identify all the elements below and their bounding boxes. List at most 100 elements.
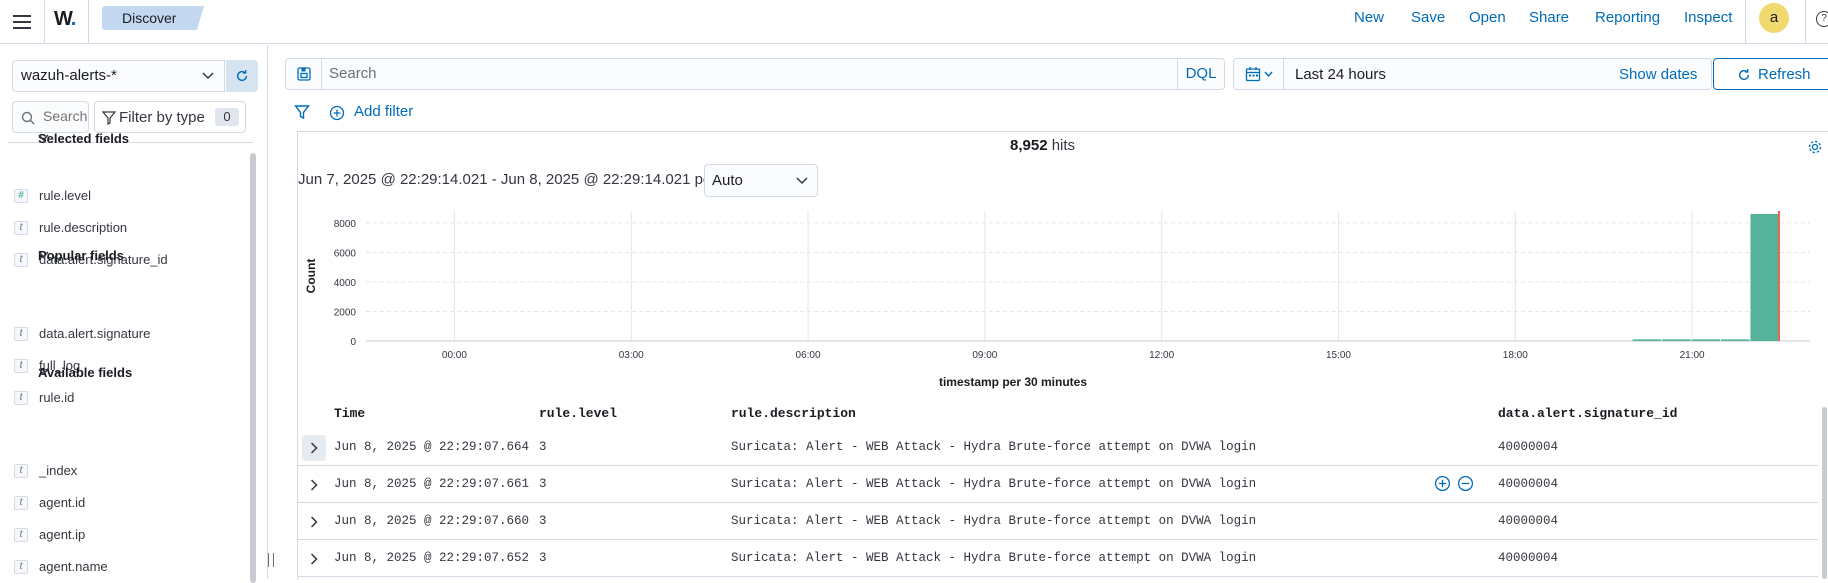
gear-icon[interactable] xyxy=(1807,139,1823,155)
selected-fields-header[interactable]: Selected fields xyxy=(18,131,129,146)
histogram-bar xyxy=(1662,339,1691,341)
refresh-icon xyxy=(1737,68,1751,82)
search-input[interactable] xyxy=(329,65,1049,82)
sidebar-scrollbar[interactable] xyxy=(250,153,256,583)
filter-icon xyxy=(102,111,116,125)
saved-query-button[interactable] xyxy=(286,59,322,89)
chevron-down-icon xyxy=(38,134,49,142)
cell-rule-description: Suricata: Alert - WEB Attack - Hydra Bru… xyxy=(731,440,1257,454)
sidebar-field-item[interactable]: t _index xyxy=(14,462,244,482)
table-scrollbar[interactable] xyxy=(1822,407,1827,579)
y-tick-label: 0 xyxy=(350,337,356,348)
save-link[interactable]: Save xyxy=(1411,9,1445,26)
field-search[interactable] xyxy=(12,101,89,133)
refresh-label: Refresh xyxy=(1758,66,1811,83)
hits-counter: 8,952 hits xyxy=(1010,137,1075,154)
table-row[interactable]: Jun 8, 2025 @ 22:29:07.661 3 Suricata: Ale… xyxy=(298,467,1818,503)
cell-time: Jun 8, 2025 @ 22:29:07.661 xyxy=(334,477,530,491)
x-tick-label: 18:00 xyxy=(1503,350,1528,361)
table-row[interactable]: Jun 8, 2025 @ 22:29:07.652 3 Suricata: Ale… xyxy=(298,541,1818,577)
search-icon xyxy=(21,111,35,125)
refresh-index-button[interactable] xyxy=(226,60,258,92)
column-header-time[interactable]: Time xyxy=(334,406,365,421)
chevron-down-icon xyxy=(796,177,808,185)
expand-row-icon[interactable] xyxy=(302,435,326,461)
query-bar: DQL xyxy=(285,58,1225,90)
string-type-icon: t xyxy=(14,496,28,510)
table-row[interactable]: Jun 8, 2025 @ 22:29:07.664 3 Suricata: Ale… xyxy=(298,430,1818,466)
open-link[interactable]: Open xyxy=(1469,9,1506,26)
string-type-icon: t xyxy=(14,464,28,478)
hamburger-menu-icon[interactable] xyxy=(8,8,36,36)
cell-time: Jun 8, 2025 @ 22:29:07.664 xyxy=(334,440,530,454)
sidebar-resize-handle[interactable] xyxy=(268,553,274,567)
filter-options-icon[interactable] xyxy=(294,104,310,120)
sidebar-field-item[interactable]: t data.alert.signature xyxy=(14,325,244,345)
histogram-bar xyxy=(1632,339,1662,341)
wazuh-logo[interactable]: W. xyxy=(54,8,76,31)
field-sidebar: wazuh-alerts-* Filter by type 0 Selected… xyxy=(0,45,268,583)
sidebar-field-name: rule.description xyxy=(39,220,128,235)
table-row[interactable]: Jun 8, 2025 @ 22:29:07.660 3 Suricata: Ale… xyxy=(298,504,1818,540)
string-type-icon: t xyxy=(14,327,28,341)
histogram-bar xyxy=(1750,213,1779,341)
sidebar-field-item[interactable]: t rule.description xyxy=(14,219,244,239)
interval-value: Auto xyxy=(712,172,743,189)
sidebar-field-item[interactable]: t rule.id xyxy=(14,389,244,409)
column-header-rule-description[interactable]: rule.description xyxy=(731,406,856,421)
cell-rule-level: 3 xyxy=(539,514,547,528)
user-avatar[interactable]: a xyxy=(1759,3,1789,33)
y-tick-label: 4000 xyxy=(334,278,357,289)
chevron-down-icon xyxy=(38,251,49,259)
chevron-down-icon xyxy=(1263,71,1273,77)
y-axis-label: Count xyxy=(304,259,318,294)
x-axis-label: timestamp per 30 minutes xyxy=(939,375,1087,389)
column-header-rule-level[interactable]: rule.level xyxy=(539,406,617,421)
header-divider xyxy=(1745,0,1746,44)
sidebar-field-item[interactable]: # rule.level xyxy=(14,187,244,207)
sidebar-field-name: agent.name xyxy=(39,559,108,574)
filter-by-type-label: Filter by type xyxy=(119,109,205,126)
cell-time: Jun 8, 2025 @ 22:29:07.660 xyxy=(334,514,530,528)
cell-rule-description: Suricata: Alert - WEB Attack - Hydra Bru… xyxy=(731,477,1257,491)
help-icon[interactable]: ? xyxy=(1816,11,1828,27)
field-search-input[interactable] xyxy=(43,108,87,124)
x-tick-label: 21:00 xyxy=(1680,350,1705,361)
query-language-button[interactable]: DQL xyxy=(1177,59,1224,89)
x-tick-label: 09:00 xyxy=(972,350,997,361)
chevron-down-icon xyxy=(202,72,214,80)
expand-row-icon[interactable] xyxy=(302,546,326,572)
date-range-text[interactable]: Last 24 hours xyxy=(1295,66,1386,83)
reporting-link[interactable]: Reporting xyxy=(1595,9,1660,26)
cell-time: Jun 8, 2025 @ 22:29:07.652 xyxy=(334,551,530,565)
sidebar-field-item[interactable]: t agent.id xyxy=(14,494,244,514)
filter-for-value-icon[interactable] xyxy=(1434,475,1451,492)
column-header-signature-id[interactable]: data.alert.signature_id xyxy=(1498,406,1677,421)
filter-out-value-icon[interactable] xyxy=(1457,475,1474,492)
index-pattern-select[interactable]: wazuh-alerts-* xyxy=(12,60,225,92)
string-type-icon: t xyxy=(14,221,28,235)
share-link[interactable]: Share xyxy=(1529,9,1569,26)
breadcrumb-discover[interactable]: Discover xyxy=(102,6,204,30)
sidebar-field-item[interactable]: t agent.name xyxy=(14,558,244,578)
filter-count-badge: 0 xyxy=(215,108,239,126)
sidebar-field-name: rule.id xyxy=(39,390,75,405)
string-type-icon: t xyxy=(14,391,28,405)
cell-rule-description: Suricata: Alert - WEB Attack - Hydra Bru… xyxy=(731,514,1257,528)
string-type-icon: t xyxy=(14,528,28,542)
popular-fields-header[interactable]: Popular fields xyxy=(18,248,124,263)
new-link[interactable]: New xyxy=(1354,9,1384,26)
interval-select[interactable]: Auto xyxy=(704,164,818,197)
interval-range-text: Jun 7, 2025 @ 22:29:14.021 - Jun 8, 2025… xyxy=(298,171,717,188)
expand-row-icon[interactable] xyxy=(302,509,326,535)
show-dates-link[interactable]: Show dates xyxy=(1619,66,1697,83)
expand-row-icon[interactable] xyxy=(302,472,326,498)
cell-rule-description: Suricata: Alert - WEB Attack - Hydra Bru… xyxy=(731,551,1257,565)
quick-date-menu-button[interactable] xyxy=(1234,59,1284,89)
histogram-bar xyxy=(1721,339,1750,341)
inspect-link[interactable]: Inspect xyxy=(1684,9,1732,26)
available-fields-header[interactable]: Available fields xyxy=(18,365,132,380)
filter-by-type-button[interactable]: Filter by type 0 xyxy=(94,101,246,133)
sidebar-field-item[interactable]: t agent.ip xyxy=(14,526,244,546)
refresh-button[interactable]: Refresh xyxy=(1713,58,1828,90)
